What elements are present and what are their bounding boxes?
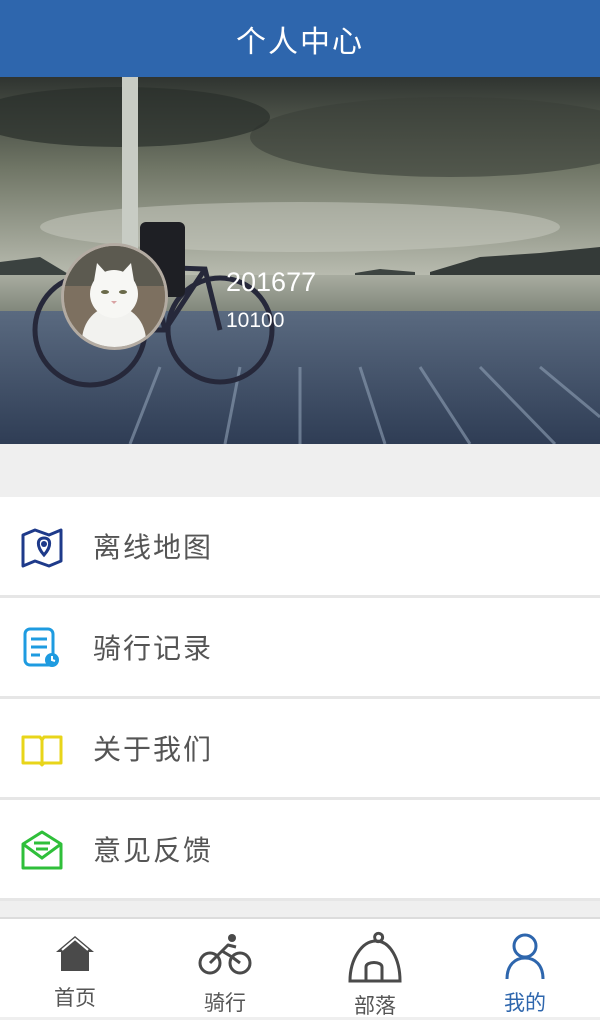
menu-item-ride-records[interactable]: 骑行记录 <box>0 598 600 699</box>
page-title: 个人中心 <box>236 24 364 60</box>
map-pin-icon <box>20 525 64 569</box>
user-icon <box>503 932 547 986</box>
menu-item-label: 骑行记录 <box>93 632 214 665</box>
home-icon <box>53 933 97 977</box>
header-bar: 个人中心 <box>0 0 600 77</box>
menu-item-feedback[interactable]: 意见反馈 <box>0 800 600 901</box>
menu-list: 离线地图 骑行记录 关于我们 意见反馈 <box>0 497 600 901</box>
record-list-icon <box>20 626 64 670</box>
envelope-icon <box>20 828 64 872</box>
tab-mine[interactable]: 我的 <box>450 919 600 1019</box>
tab-home[interactable]: 首页 <box>0 919 150 1019</box>
user-points: 10100 <box>226 309 285 332</box>
menu-item-offline-map[interactable]: 离线地图 <box>0 497 600 598</box>
tab-label: 首页 <box>54 986 96 1010</box>
user-id: 201677 <box>226 267 317 297</box>
bicycle-icon <box>198 933 252 979</box>
tent-icon <box>346 931 404 989</box>
open-book-icon <box>20 727 64 771</box>
avatar[interactable] <box>61 243 168 350</box>
menu-item-label: 关于我们 <box>93 733 214 766</box>
menu-item-about-us[interactable]: 关于我们 <box>0 699 600 800</box>
tab-label: 部落 <box>354 994 396 1018</box>
tab-riding[interactable]: 骑行 <box>150 919 300 1019</box>
bottom-tab-bar: 首页 骑行 部落 我的 <box>0 917 600 1019</box>
menu-item-label: 意见反馈 <box>93 834 214 867</box>
menu-item-label: 离线地图 <box>93 531 214 564</box>
tab-tribe[interactable]: 部落 <box>300 919 450 1019</box>
tab-label: 骑行 <box>204 991 246 1015</box>
cat-avatar-image <box>64 246 165 347</box>
tab-label: 我的 <box>504 991 546 1015</box>
